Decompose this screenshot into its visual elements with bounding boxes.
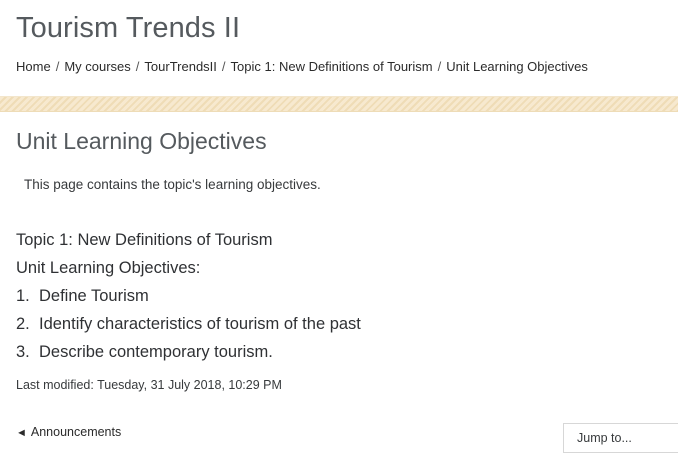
page-intro: This page contains the topic's learning …	[24, 177, 321, 192]
topic-title: Topic 1: New Definitions of Tourism	[16, 231, 273, 249]
objective-text: Describe contemporary tourism.	[39, 343, 273, 361]
objective-number: 2.	[16, 315, 30, 333]
breadcrumb-separator: /	[221, 59, 226, 74]
prev-activity-label: Announcements	[30, 425, 122, 439]
breadcrumb-course[interactable]: TourTrendsII	[144, 59, 217, 74]
objectives-subtitle: Unit Learning Objectives:	[16, 259, 201, 277]
page-content: Topic 1: New Definitions of Tourism Unit…	[16, 226, 361, 366]
breadcrumb-my-courses[interactable]: My courses	[64, 59, 130, 74]
objective-text: Define Tourism	[39, 287, 149, 305]
course-title: Tourism Trends II	[16, 12, 241, 44]
last-modified: Last modified: Tuesday, 31 July 2018, 10…	[16, 378, 282, 392]
objective-item: 3. Describe contemporary tourism.	[16, 338, 361, 366]
jump-to-select[interactable]: Jump to...	[563, 423, 678, 453]
breadcrumb-topic[interactable]: Topic 1: New Definitions of Tourism	[231, 59, 433, 74]
arrow-left-icon: ◄	[16, 427, 27, 439]
objective-number: 1.	[16, 287, 30, 305]
breadcrumb-home[interactable]: Home	[16, 59, 51, 74]
breadcrumb: Home / My courses / TourTrendsII / Topic 1: Ne…	[16, 59, 588, 74]
page-heading: Unit Learning Objectives	[16, 128, 267, 154]
objective-item: 1. Define Tourism	[16, 282, 361, 310]
objective-item: 2. Identify characteristics of tourism of…	[16, 310, 361, 338]
objective-number: 3.	[16, 343, 30, 361]
prev-activity-link[interactable]: ◄ Announcements	[16, 425, 121, 439]
objective-text: Identify characteristics of tourism of t…	[39, 315, 361, 333]
breadcrumb-current-page[interactable]: Unit Learning Objectives	[446, 59, 588, 74]
breadcrumb-separator: /	[55, 59, 60, 74]
breadcrumb-separator: /	[437, 59, 442, 74]
decorative-band	[0, 96, 678, 112]
breadcrumb-separator: /	[135, 59, 140, 74]
